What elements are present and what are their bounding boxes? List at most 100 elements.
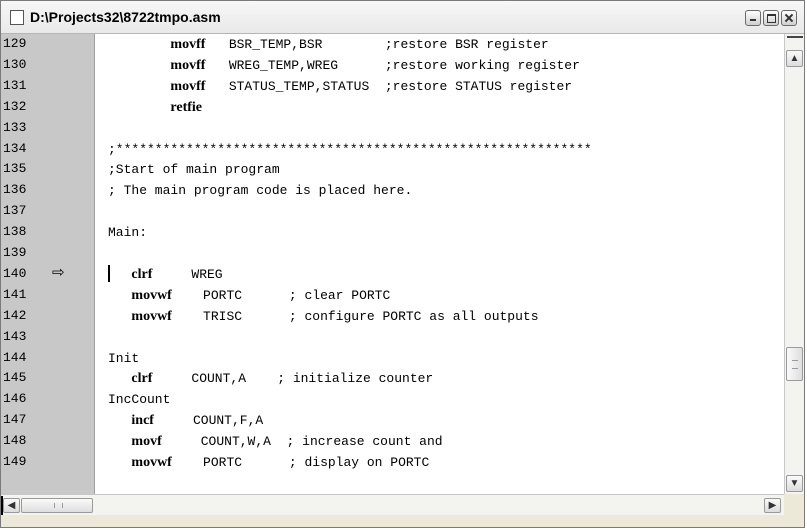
code-line[interactable]: 130 movff WREG_TEMP,WREG ;restore workin… [1,55,784,76]
code-text: ;Start of main program [108,162,280,177]
code-line[interactable]: 135 ;Start of main program [1,159,784,180]
scroll-right-button[interactable]: ▶ [764,498,781,513]
title-bar[interactable]: D:\Projects32\8722tmpo.asm [1,1,804,34]
code-text: IncCount [108,392,170,407]
code-line[interactable]: 131 movff STATUS_TEMP,STATUS ;restore ST… [1,76,784,97]
code-text: movff STATUS_TEMP,STATUS ;restore STATUS… [108,79,572,95]
code-line[interactable]: 149 movwf PORTC ; display on PORTC [1,452,784,473]
code-text: movff BSR_TEMP,BSR ;restore BSR register [108,37,549,53]
line-number: 131 [3,77,27,93]
line-number: 140 [3,265,27,281]
line-number: 139 [3,245,27,260]
operands-and-comment: ;***************************************… [108,141,592,157]
line-number: 144 [3,349,27,365]
vertical-scrollbar[interactable]: ▲ ▼ [784,34,804,494]
close-button[interactable] [781,10,797,26]
operands-and-comment: ;Start of main program [108,162,280,178]
code-line[interactable]: 140 ⇨ clrf WREG [1,264,784,285]
code-text: movwf PORTC ; clear PORTC [108,288,390,304]
line-number: 145 [3,370,27,386]
line-number: 137 [3,203,27,219]
operands-and-comment: ; The main program code is placed here. [108,183,413,199]
mnemonic: movwf [131,287,172,303]
line-number: 133 [3,119,27,135]
window-controls [745,10,797,26]
code-line[interactable]: 138 Main: [1,222,784,243]
code-text: ; The main program code is placed here. [108,183,412,198]
line-number: 135 [3,161,27,177]
code-line[interactable]: 129 movff BSR_TEMP,BSR ;restore BSR regi… [1,34,784,55]
code-line[interactable]: 148 movf COUNT,W,A ; increase count and [1,431,784,452]
line-number: 142 [3,307,27,323]
code-line[interactable]: 144 Init [1,348,784,369]
scroll-left-button[interactable]: ◀ [3,498,20,513]
document-icon [10,9,24,25]
code-text: clrf COUNT,A ; initialize counter [108,371,433,387]
line-number: 132 [3,98,27,114]
code-text: movwf PORTC ; display on PORTC [108,455,429,471]
code-text: movf COUNT,W,A ; increase count and [108,434,443,450]
operands-and-comment: COUNT,W,A ; increase count and [161,434,443,450]
mnemonic: movff [170,78,206,94]
code-line[interactable]: 142 movwf TRISC ; configure PORTC as all… [1,306,784,327]
current-line-arrow-icon: ⇨ [52,263,65,281]
code-line[interactable]: 146 IncCount [1,389,784,410]
code-text: retfie [108,100,202,116]
operands-and-comment: BSR_TEMP,BSR ;restore BSR register [205,37,549,52]
operands-and-comment: COUNT,F,A [153,413,264,429]
operands-and-comment: IncCount [108,392,171,408]
mnemonic: movf [131,434,162,450]
maximize-button[interactable] [763,10,779,26]
scrollbar-corner [784,494,804,515]
horizontal-scroll-thumb[interactable] [21,498,93,513]
line-number: 149 [3,454,27,469]
code-text: incf COUNT,F,A [108,413,263,429]
scroll-up-button[interactable]: ▲ [786,50,803,67]
operands-and-comment: Init [108,350,140,366]
code-text: clrf WREG [108,266,223,283]
line-number: 134 [3,140,27,156]
code-line[interactable]: 145 clrf COUNT,A ; initialize counter [1,368,784,389]
operands-and-comment: PORTC ; clear PORTC [171,287,391,303]
code-text: movwf TRISC ; configure PORTC as all out… [108,308,538,325]
split-handle[interactable] [787,36,803,41]
code-text: movff WREG_TEMP,WREG ;restore working re… [108,57,580,74]
mnemonic: movff [170,57,206,73]
window-title: D:\Projects32\8722tmpo.asm [30,9,221,25]
vertical-scroll-thumb[interactable] [786,347,803,381]
code-text: ;***************************************… [108,142,592,157]
minimize-button[interactable] [745,10,761,26]
line-number: 146 [3,391,27,407]
code-line[interactable]: 133 [1,118,784,139]
line-number: 136 [3,182,27,198]
code-line[interactable]: 147 incf COUNT,F,A [1,410,784,431]
code-line[interactable]: 134 ;************************************… [1,139,784,160]
line-number: 147 [3,412,27,428]
code-line[interactable]: 141 movwf PORTC ; clear PORTC [1,285,784,306]
line-number: 138 [3,224,27,240]
code-line[interactable]: 132 retfie [1,97,784,118]
horizontal-scrollbar[interactable]: ◀ ▶ [1,494,784,515]
line-number: 143 [3,328,27,344]
operands-and-comment: PORTC ; display on PORTC [171,455,430,470]
mnemonic: movwf [131,308,172,324]
mnemonic: clrf [131,371,153,387]
operands-and-comment: WREG [152,266,223,282]
code-line[interactable]: 136 ; The main program code is placed her… [1,180,784,201]
operands-and-comment: WREG_TEMP,WREG ;restore working register [205,57,580,73]
code-line[interactable]: 137 [1,201,784,222]
mnemonic: movff [170,37,206,52]
code-text: Init [108,351,139,366]
mnemonic: incf [131,413,154,429]
operands-and-comment: COUNT,A ; initialize counter [152,371,434,387]
code-editor[interactable]: 129 movff BSR_TEMP,BSR ;restore BSR regi… [1,34,784,494]
line-number: 141 [3,286,27,302]
mnemonic: clrf [131,266,153,282]
code-line[interactable]: 143 [1,327,784,348]
code-line[interactable]: 139 [1,243,784,264]
operands-and-comment: STATUS_TEMP,STATUS ;restore STATUS regis… [205,78,573,94]
operands-and-comment: Main: [108,225,148,241]
scroll-down-button[interactable]: ▼ [786,475,803,492]
line-number: 129 [3,36,27,51]
editor-window: D:\Projects32\8722tmpo.asm 129 movff BSR… [0,0,805,528]
